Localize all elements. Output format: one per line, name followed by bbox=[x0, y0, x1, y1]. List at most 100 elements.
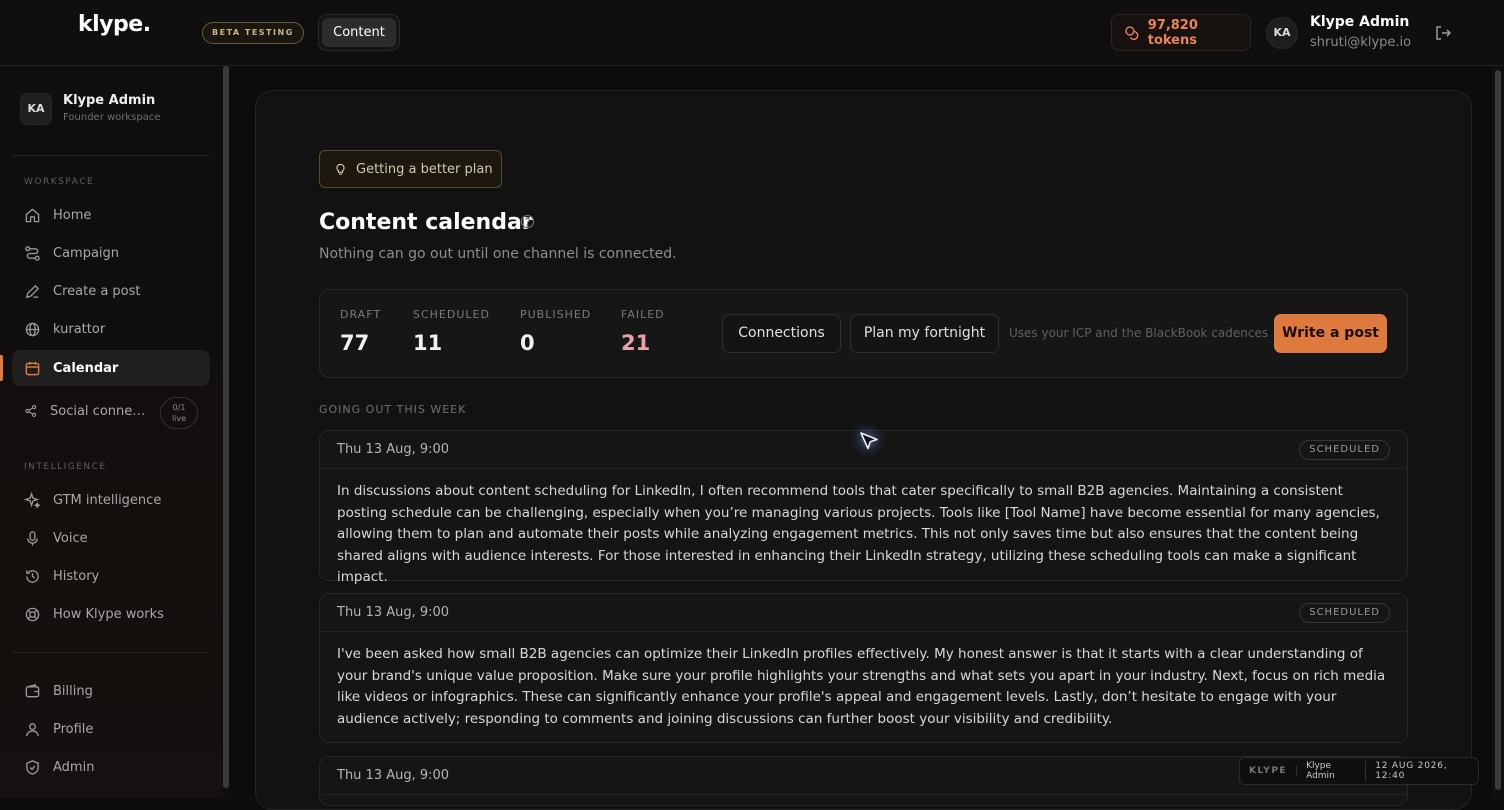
connections-button[interactable]: Connections bbox=[722, 314, 841, 353]
sidebar-item-how-klype-works[interactable]: How Klype works bbox=[12, 596, 210, 632]
shield-icon bbox=[26, 759, 39, 775]
sidebar-item-label: Calendar bbox=[53, 360, 119, 376]
sidebar-item-label: Profile bbox=[53, 721, 94, 737]
sidebar-item-voice[interactable]: Voice bbox=[12, 520, 210, 556]
stat-published-value: 0 bbox=[520, 331, 535, 355]
sidebar-item-create-post[interactable]: Create a post bbox=[12, 273, 210, 309]
tab-content[interactable]: Content bbox=[322, 18, 396, 47]
footer-brand: KLYPE bbox=[1240, 766, 1298, 776]
status-badge: SCHEDULED bbox=[1299, 440, 1390, 460]
workspace-name[interactable]: Klype Admin bbox=[63, 93, 155, 108]
stat-scheduled-label: SCHEDULED bbox=[413, 308, 490, 321]
sidebar: KA Klype Admin Founder workspace WORKSPA… bbox=[0, 66, 222, 797]
page-subtitle: Nothing can go out until one channel is … bbox=[319, 246, 677, 262]
user-icon bbox=[26, 722, 39, 736]
footer-user: Klype Admin bbox=[1297, 761, 1367, 781]
week-section-label: GOING OUT THIS WEEK bbox=[319, 403, 467, 416]
sidebar-item-home[interactable]: Home bbox=[12, 197, 210, 233]
stat-failed-value: 21 bbox=[621, 331, 651, 355]
sidebar-item-social-connections[interactable]: Social conne… bbox=[12, 393, 162, 429]
beta-badge: BETA TESTING bbox=[202, 22, 304, 44]
page-title: Content calendar bbox=[319, 210, 533, 235]
user-avatar[interactable]: KA bbox=[1266, 17, 1298, 49]
sidebar-item-gtm-intelligence[interactable]: GTM intelligence bbox=[12, 482, 210, 518]
section-intelligence: INTELLIGENCE bbox=[24, 462, 107, 472]
sidebar-item-label: How Klype works bbox=[53, 606, 164, 622]
lifebuoy-icon bbox=[25, 607, 40, 621]
logout-icon[interactable] bbox=[1434, 24, 1452, 42]
help-icon[interactable] bbox=[520, 214, 535, 229]
sidebar-item-label: Voice bbox=[53, 530, 88, 546]
sidebar-item-label: Create a post bbox=[53, 283, 141, 299]
share-icon bbox=[25, 405, 37, 417]
post-time: Thu 13 Aug, 9:00 bbox=[337, 605, 450, 620]
stat-scheduled-value: 11 bbox=[413, 331, 443, 355]
active-indicator bbox=[0, 355, 3, 381]
globe-icon bbox=[25, 322, 40, 336]
scrollbar-thumb[interactable] bbox=[1495, 70, 1501, 790]
workspace-avatar[interactable]: KA bbox=[20, 93, 52, 125]
sidebar-item-label: Admin bbox=[53, 759, 95, 775]
tokens-count: 97,820 tokens bbox=[1147, 17, 1198, 48]
scrollbar-thumb[interactable] bbox=[223, 66, 229, 788]
post-body: In discussions about content scheduling … bbox=[337, 483, 1380, 585]
section-workspace: WORKSPACE bbox=[24, 177, 95, 187]
top-tabs: Content bbox=[318, 14, 400, 51]
plan-hint: Uses your ICP and the BlackBook cadences bbox=[1009, 326, 1269, 340]
live-text: live bbox=[171, 414, 187, 423]
post-time: Thu 13 Aug, 9:00 bbox=[337, 442, 450, 457]
coins-icon bbox=[1125, 25, 1139, 40]
sidebar-item-label: Campaign bbox=[53, 245, 120, 261]
calendar-icon bbox=[25, 361, 40, 375]
better-plan-button[interactable]: Getting a better plan bbox=[319, 150, 502, 188]
sidebar-item-label: Social conne… bbox=[50, 403, 146, 419]
pencil-icon bbox=[25, 284, 40, 298]
divider bbox=[12, 155, 210, 156]
tokens-badge[interactable]: 97,820 tokens bbox=[1111, 14, 1251, 51]
klype-logo[interactable]: klype. bbox=[78, 12, 151, 37]
sidebar-item-label: Home bbox=[53, 207, 92, 223]
sidebar-item-label: GTM intelligence bbox=[53, 492, 162, 508]
sidebar-scrollbar[interactable] bbox=[222, 66, 230, 797]
post-header: Thu 13 Aug, 9:00 SCHEDULED bbox=[320, 594, 1407, 632]
top-bar: klype. BETA TESTING Content 97,820 token… bbox=[0, 0, 1504, 66]
stat-published-label: PUBLISHED bbox=[520, 308, 592, 321]
footer-stamp: KLYPE Klype Admin 12 AUG 2026, 12:40 bbox=[1239, 757, 1479, 785]
campaign-icon bbox=[25, 245, 40, 261]
sidebar-item-billing[interactable]: Billing bbox=[12, 673, 210, 709]
live-badge: 0/1 live bbox=[160, 397, 198, 429]
better-plan-label: Getting a better plan bbox=[356, 161, 493, 177]
divider bbox=[12, 652, 210, 653]
post-card[interactable]: Thu 13 Aug, 9:00 SCHEDULED In discussion… bbox=[319, 430, 1408, 585]
stat-draft-label: DRAFT bbox=[340, 308, 382, 321]
sidebar-item-label: Billing bbox=[53, 683, 93, 699]
stat-failed-label: FAILED bbox=[621, 308, 665, 321]
microphone-icon bbox=[27, 530, 38, 546]
sidebar-item-calendar[interactable]: Calendar bbox=[12, 350, 210, 386]
sidebar-item-profile[interactable]: Profile bbox=[12, 711, 210, 747]
sidebar-item-history[interactable]: History bbox=[12, 558, 210, 594]
user-name: Klype Admin bbox=[1310, 14, 1410, 30]
live-count: 0/1 bbox=[172, 403, 186, 412]
sidebar-item-label: kurattor bbox=[53, 321, 106, 337]
sidebar-item-kurattor[interactable]: kurattor bbox=[12, 311, 210, 347]
plan-fortnight-button[interactable]: Plan my fortnight bbox=[850, 314, 999, 353]
sidebar-item-campaign[interactable]: Campaign bbox=[12, 235, 210, 271]
post-time: Thu 13 Aug, 9:00 bbox=[337, 768, 450, 783]
user-email: shruti@klype.io bbox=[1310, 35, 1412, 50]
footer-date: 12 AUG 2026, 12:40 bbox=[1375, 761, 1448, 781]
workspace-subtitle: Founder workspace bbox=[63, 112, 161, 123]
cursor-icon bbox=[860, 432, 878, 450]
post-body: I've been asked how small B2B agencies c… bbox=[337, 646, 1386, 727]
post-card[interactable]: Thu 13 Aug, 9:00 SCHEDULED I've been ask… bbox=[319, 593, 1408, 743]
sidebar-item-admin[interactable]: Admin bbox=[12, 749, 210, 785]
main-scrollbar[interactable] bbox=[1492, 66, 1504, 797]
stat-draft-value: 77 bbox=[340, 331, 370, 355]
write-post-button[interactable]: Write a post bbox=[1274, 314, 1387, 353]
wallet-icon bbox=[25, 683, 40, 697]
history-icon bbox=[26, 569, 39, 583]
lightbulb-icon bbox=[336, 163, 345, 175]
sidebar-item-label: History bbox=[53, 568, 100, 584]
home-icon bbox=[25, 207, 40, 222]
sparkle-icon bbox=[24, 491, 41, 509]
